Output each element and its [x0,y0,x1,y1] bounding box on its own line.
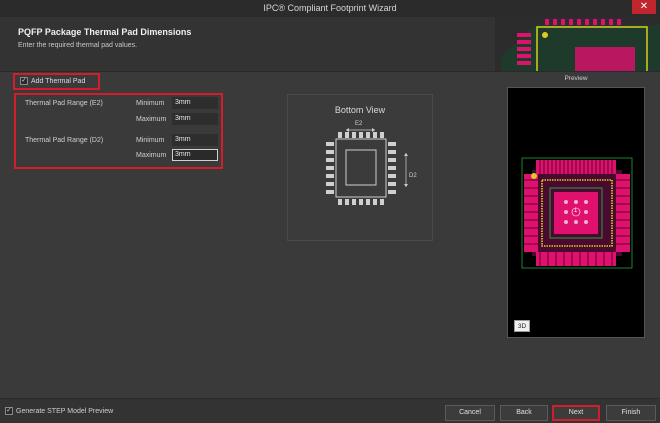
back-button[interactable]: Back [500,405,548,421]
checkbox-box[interactable]: ✓ [20,77,28,85]
preview-label: Preview [564,75,588,82]
d2-dimension-tag: D2 [409,173,417,179]
generate-step-checkbox[interactable]: ✓ Generate STEP Model Preview [5,407,113,415]
footer-bar: ✓ Generate STEP Model Preview Cancel Bac… [0,398,660,423]
page-subtitle: Enter the required thermal pad values. [18,42,138,49]
view-3d-button[interactable]: 3D [514,320,530,332]
generate-step-label: Generate STEP Model Preview [16,407,114,415]
preview-canvas[interactable]: 1 3D [507,87,645,338]
d2-range-label: Thermal Pad Range (D2) [25,137,104,144]
finish-button[interactable]: Finish [606,405,656,421]
main-panel: ✓ Add Thermal Pad Thermal Pad Range (E2)… [0,72,660,398]
e2-range-label: Thermal Pad Range (E2) [25,100,103,107]
cancel-button[interactable]: Cancel [445,405,495,421]
e2-dimension-tag: E2 [355,121,363,127]
bottom-view-diagram [326,128,408,205]
d2-min-label: Minimum [136,137,165,144]
next-button[interactable]: Next [552,405,600,421]
e2-min-label: Minimum [136,100,165,107]
add-thermal-pad-label: Add Thermal Pad [31,77,86,85]
header-footprint-illustration [495,17,660,71]
add-thermal-pad-checkbox[interactable]: ✓ Add Thermal Pad [20,77,85,85]
d2-min-input[interactable]: 3mm [172,134,218,146]
close-button[interactable]: ✕ [632,0,656,14]
page-title: PQFP Package Thermal Pad Dimensions [18,27,192,37]
d2-max-label: Maximum [136,152,167,159]
bottom-view-panel: Bottom View E2 D2 [287,94,433,241]
e2-max-label: Maximum [136,116,167,123]
step-checkbox-box[interactable]: ✓ [5,407,13,415]
page-header: PQFP Package Thermal Pad Dimensions Ente… [0,17,660,72]
preview-center-tag: 1 [574,208,578,214]
e2-max-input[interactable]: 3mm [172,113,218,125]
d2-max-input[interactable]: 3mm [172,149,218,161]
title-bar: IPC® Compliant Footprint Wizard ✕ [0,0,660,17]
window-title: IPC® Compliant Footprint Wizard [263,3,397,13]
e2-min-input[interactable]: 3mm [172,97,218,109]
